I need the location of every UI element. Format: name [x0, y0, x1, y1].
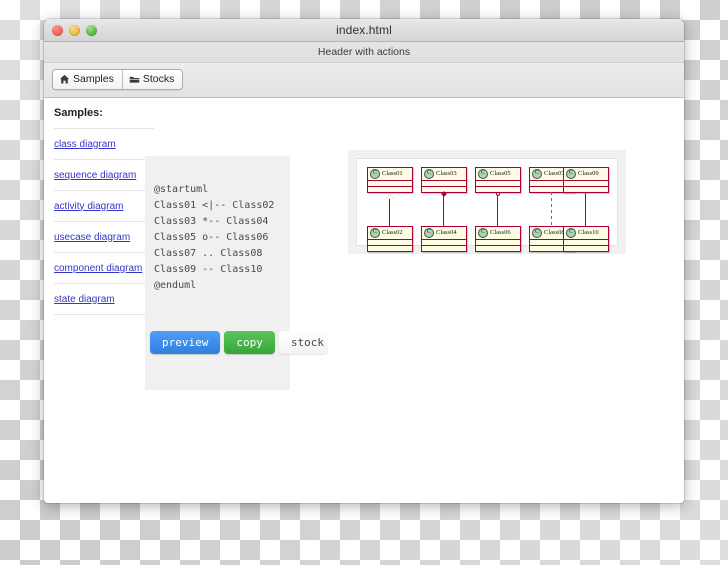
samples-sidebar: Samples: class diagram sequence diagram … [54, 98, 154, 315]
stock-button[interactable]: stock [278, 331, 328, 354]
home-icon [59, 74, 70, 85]
uml-class-box[interactable]: C Class10 [563, 226, 609, 252]
sidebar-item-class-diagram[interactable]: class diagram [54, 129, 154, 160]
uml-class-name: Class01 [382, 170, 403, 177]
uml-class-name: Class02 [382, 229, 403, 236]
class-stereotype-icon: C [566, 228, 576, 238]
uml-methods-compartment [476, 245, 520, 251]
relation-line-composition [443, 193, 444, 226]
editor-action-buttons: preview copy stock [150, 331, 328, 354]
class-stereotype-icon: C [424, 228, 434, 238]
plantuml-source[interactable]: @startuml Class01 <|-- Class02 Class03 *… [154, 182, 274, 294]
relation-line-aggregation [497, 195, 498, 226]
diagram-canvas: C Class01 C Class02 C Class03 C Class04 … [356, 158, 618, 252]
tab-stocks-label: Stocks [142, 73, 175, 85]
uml-class-header: C Class10 [564, 227, 608, 239]
sidebar-item-label: state diagram [54, 293, 115, 305]
sidebar-item-label: class diagram [54, 138, 116, 150]
uml-class-box[interactable]: C Class06 [475, 226, 521, 252]
uml-methods-compartment [368, 245, 412, 251]
sidebar-item-sequence-diagram[interactable]: sequence diagram [54, 160, 154, 191]
class-stereotype-icon: C [532, 228, 542, 238]
uml-class-name: Class07 [544, 170, 565, 177]
uml-class-header: C Class02 [368, 227, 412, 239]
sidebar-item-activity-diagram[interactable]: activity diagram [54, 191, 154, 222]
uml-class-header: C Class04 [422, 227, 466, 239]
uml-class-name: Class04 [436, 229, 457, 236]
preview-button[interactable]: preview [150, 331, 221, 354]
class-stereotype-icon: C [424, 169, 434, 179]
uml-class-box[interactable]: C Class05 [475, 167, 521, 193]
class-stereotype-icon: C [478, 169, 488, 179]
sidebar-item-component-diagram[interactable]: component diagram [54, 253, 154, 284]
sidebar-item-label: activity diagram [54, 200, 124, 212]
toolbar-button-group: Samples Stocks [52, 69, 184, 90]
zoom-button[interactable] [86, 25, 97, 36]
app-toolbar: Samples Stocks [44, 63, 684, 98]
uml-class-name: Class09 [578, 170, 599, 177]
relation-line-inheritance [389, 199, 390, 226]
uml-class-name: Class03 [436, 170, 457, 177]
page-subheader: Header with actions [44, 42, 684, 63]
uml-methods-compartment [368, 186, 412, 192]
uml-class-box[interactable]: C Class09 [563, 167, 609, 193]
uml-class-name: Class10 [578, 229, 599, 236]
window-titlebar: index.html [44, 19, 684, 42]
class-stereotype-icon: C [370, 228, 380, 238]
tab-stocks[interactable]: Stocks [121, 70, 183, 89]
uml-methods-compartment [422, 245, 466, 251]
uml-methods-compartment [564, 186, 608, 192]
sidebar-item-usecase-diagram[interactable]: usecase diagram [54, 222, 154, 253]
class-stereotype-icon: C [478, 228, 488, 238]
folder-icon [129, 74, 140, 85]
uml-class-box[interactable]: C Class01 [367, 167, 413, 193]
hollow-circle-marker [495, 192, 500, 196]
uml-class-box[interactable]: C Class03 [421, 167, 467, 193]
filled-diamond-marker [440, 191, 447, 197]
source-editor-panel: @startuml Class01 <|-- Class02 Class03 *… [145, 156, 328, 390]
uml-class-header: C Class03 [422, 168, 466, 180]
sidebar-item-label: component diagram [54, 262, 143, 274]
uml-class-name: Class08 [544, 229, 565, 236]
uml-class-header: C Class01 [368, 168, 412, 180]
class-stereotype-icon: C [370, 169, 380, 179]
uml-class-header: C Class09 [564, 168, 608, 180]
uml-class-header: C Class06 [476, 227, 520, 239]
browser-window: index.html Header with actions Samples S… [44, 19, 684, 503]
class-stereotype-icon: C [566, 169, 576, 179]
uml-class-name: Class06 [490, 229, 511, 236]
relation-line-association [585, 192, 586, 226]
uml-class-name: Class05 [490, 170, 511, 177]
tab-samples-label: Samples [73, 73, 114, 85]
close-button[interactable] [52, 25, 63, 36]
diagram-preview-panel: C Class01 C Class02 C Class03 C Class04 … [348, 150, 626, 254]
uml-methods-compartment [564, 245, 608, 251]
sidebar-item-label: usecase diagram [54, 231, 131, 243]
uml-class-header: C Class05 [476, 168, 520, 180]
uml-class-box[interactable]: C Class04 [421, 226, 467, 252]
minimize-button[interactable] [69, 25, 80, 36]
page-content: Samples: class diagram sequence diagram … [44, 98, 684, 503]
class-stereotype-icon: C [532, 169, 542, 179]
sidebar-heading-row: Samples: [54, 98, 154, 129]
sidebar-heading: Samples: [54, 107, 103, 119]
sidebar-item-label: sequence diagram [54, 169, 137, 181]
window-title: index.html [336, 23, 392, 37]
relation-line-dependency [551, 192, 552, 226]
uml-class-box[interactable]: C Class02 [367, 226, 413, 252]
sidebar-item-state-diagram[interactable]: state diagram [54, 284, 154, 315]
tab-samples[interactable]: Samples [53, 70, 122, 89]
hollow-triangle-marker [385, 193, 394, 199]
window-controls [52, 25, 97, 36]
copy-button[interactable]: copy [224, 331, 275, 354]
